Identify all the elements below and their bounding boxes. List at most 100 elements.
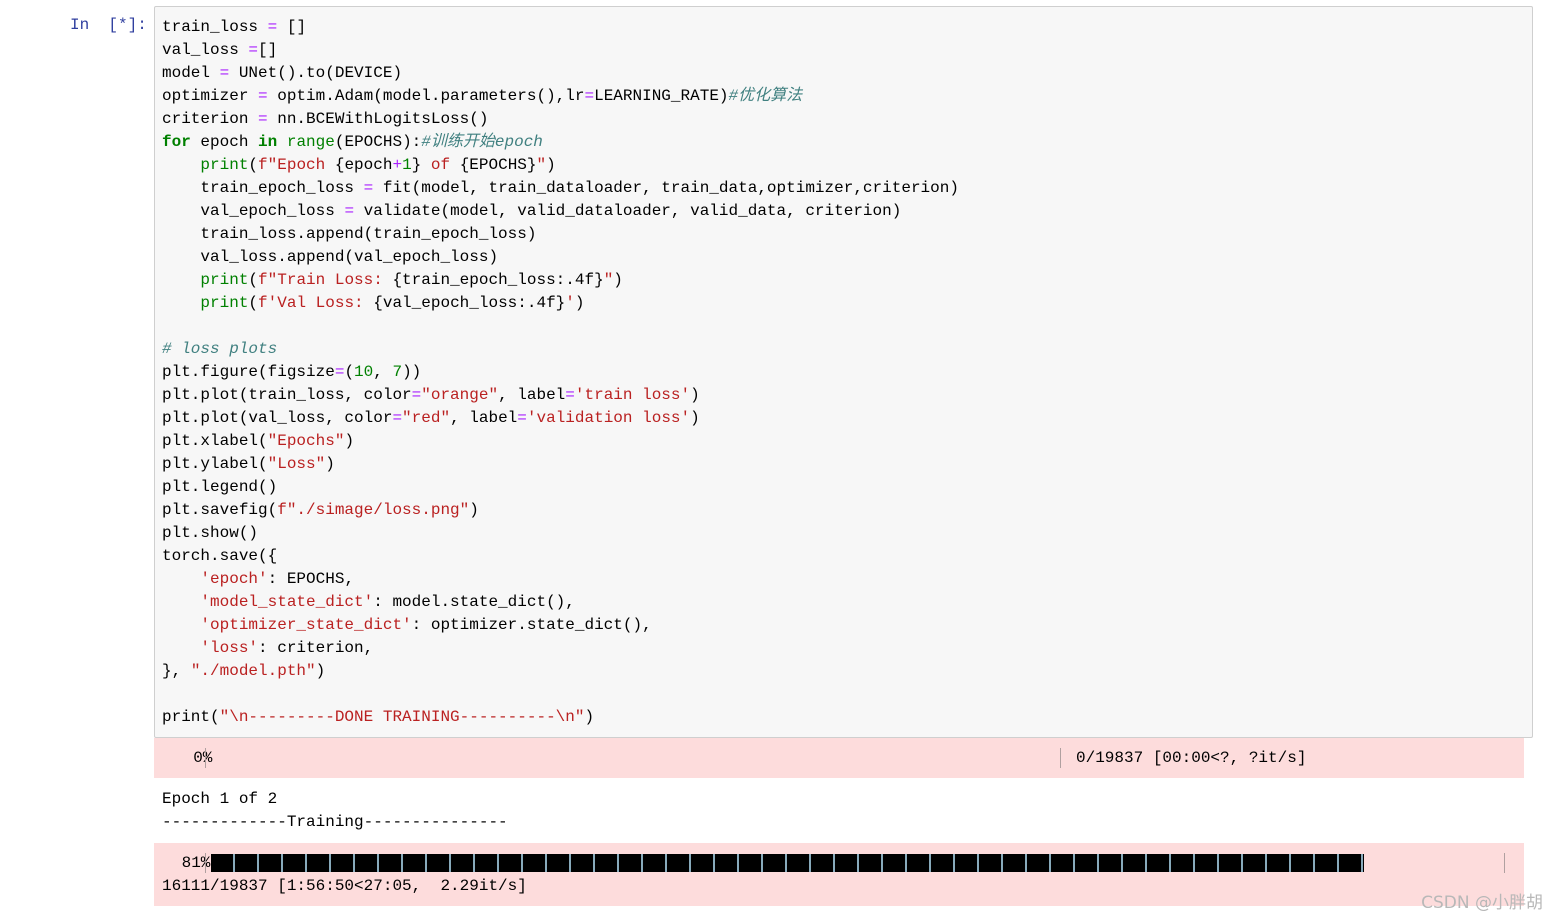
code-token: ) — [546, 156, 556, 174]
code-token: print — [200, 156, 249, 174]
code-token: 1 — [402, 156, 412, 174]
code-token: 'validation loss' — [526, 409, 691, 427]
code-line: plt.legend() — [162, 476, 959, 499]
code-line: val_loss.append(val_epoch_loss) — [162, 246, 959, 269]
code-line: criterion = nn.BCEWithLogitsLoss() — [162, 108, 959, 131]
code-token: " — [536, 156, 547, 174]
code-token: [] — [258, 41, 278, 59]
code-token: plt.plot(train_loss, color — [162, 386, 412, 404]
code-token: "orange" — [421, 386, 499, 404]
code-token: f"Epoch — [258, 156, 335, 174]
code-token: {train_epoch_loss:.4f} — [392, 271, 604, 289]
progress-track — [211, 854, 1365, 872]
code-token: ' — [565, 294, 575, 312]
code-token: of — [421, 156, 460, 174]
code-token: ) — [325, 455, 335, 473]
code-token: plt.xlabel( — [162, 432, 268, 450]
code-token: = — [267, 18, 278, 36]
code-token: train_loss.append(train_epoch_loss) — [162, 225, 537, 243]
code-token: val_loss — [162, 41, 249, 59]
code-token: ) — [690, 386, 700, 404]
code-token: plt.figure(figsize — [162, 363, 335, 381]
code-token: LEARNING_RATE) — [594, 87, 729, 105]
code-token: plt.savefig( — [162, 501, 278, 519]
code-token: "./model.pth" — [190, 662, 316, 680]
code-token: } — [411, 156, 422, 174]
progress-bar-end — [1060, 748, 1061, 768]
code-token: ) — [344, 432, 355, 450]
code-token: {val_epoch_loss:.4f} — [373, 294, 566, 312]
code-token: = — [584, 87, 595, 105]
code-token: , label — [450, 409, 518, 427]
cell-prompt: In [*]: — [70, 16, 147, 34]
code-token: range — [286, 133, 335, 151]
code-token: ( — [248, 294, 259, 312]
code-token: " — [603, 271, 614, 289]
code-token: ) — [613, 271, 623, 289]
code-line: train_loss = [] — [162, 16, 959, 39]
code-cell-editor[interactable]: train_loss = [] val_loss =[] model = UNet(… — [154, 6, 1533, 738]
code-token: print — [200, 271, 249, 289]
code-line: 'epoch': EPOCHS, — [162, 568, 959, 591]
code-line: plt.show() — [162, 522, 959, 545]
code-token: ( — [248, 271, 259, 289]
code-token: 'train loss' — [574, 386, 691, 404]
code-line: print("\n---------DONE TRAINING---------… — [162, 706, 959, 729]
code-line: # loss plots — [162, 338, 959, 361]
code-token: : model.state_dict(), — [373, 593, 575, 611]
code-token: ) — [469, 501, 479, 519]
code-token: 10 — [354, 363, 374, 381]
code-token: 'epoch' — [200, 570, 268, 588]
code-token: ) — [315, 662, 326, 680]
code-token: = — [517, 409, 527, 427]
code-token: "Epochs" — [267, 432, 345, 450]
code-token: epoch — [190, 133, 259, 151]
code-token: optimizer — [162, 87, 259, 105]
progress-stats: 0/19837 [00:00<?, ?it/s] — [1076, 749, 1307, 767]
code-line: plt.ylabel("Loss") — [162, 453, 959, 476]
code-token: plt.ylabel( — [162, 455, 268, 473]
code-token: (EPOCHS): — [334, 133, 422, 151]
progress-bar-start — [205, 748, 206, 768]
code-token: val_loss.append(val_epoch_loss) — [162, 248, 499, 266]
code-token: ) — [690, 409, 700, 427]
code-token: = — [363, 179, 374, 197]
training-output: -------------Training--------------- — [162, 813, 508, 831]
code-token: 'loss' — [200, 639, 259, 657]
progress-bar-end — [1504, 853, 1505, 873]
code-line: }, "./model.pth") — [162, 660, 959, 683]
code-line: 'optimizer_state_dict': optimizer.state_… — [162, 614, 959, 637]
code-token: ( — [344, 363, 355, 381]
code-line: print(f"Epoch {epoch+1} of {EPOCHS}") — [162, 154, 959, 177]
code-token: = — [334, 363, 345, 381]
code-token: train_loss — [162, 18, 268, 36]
watermark: CSDN @小胖胡 — [1421, 893, 1543, 913]
code-token: : criterion, — [258, 639, 374, 657]
code-token: val_epoch_loss — [162, 202, 345, 220]
epoch-output: Epoch 1 of 2 — [162, 790, 278, 808]
code-token: in — [258, 133, 278, 151]
code-token: : EPOCHS, — [267, 570, 355, 588]
code-token: = — [411, 386, 422, 404]
code-token: = — [344, 202, 355, 220]
code-token: f'Val Loss: — [258, 294, 374, 312]
code-token: f"./simage/loss.png" — [277, 501, 470, 519]
code-token: plt.plot(val_loss, color — [162, 409, 393, 427]
code-token: # loss plots — [162, 340, 278, 358]
code-token: print( — [162, 708, 220, 726]
code-token: = — [565, 386, 575, 404]
code-token: = — [392, 409, 403, 427]
code-token: , label — [498, 386, 566, 404]
code-token: ) — [584, 708, 595, 726]
code-token: for — [162, 133, 191, 151]
code-content[interactable]: train_loss = [] val_loss =[] model = UNet(… — [162, 16, 959, 729]
progress-fill — [211, 854, 1365, 872]
code-token: "Loss" — [267, 455, 326, 473]
